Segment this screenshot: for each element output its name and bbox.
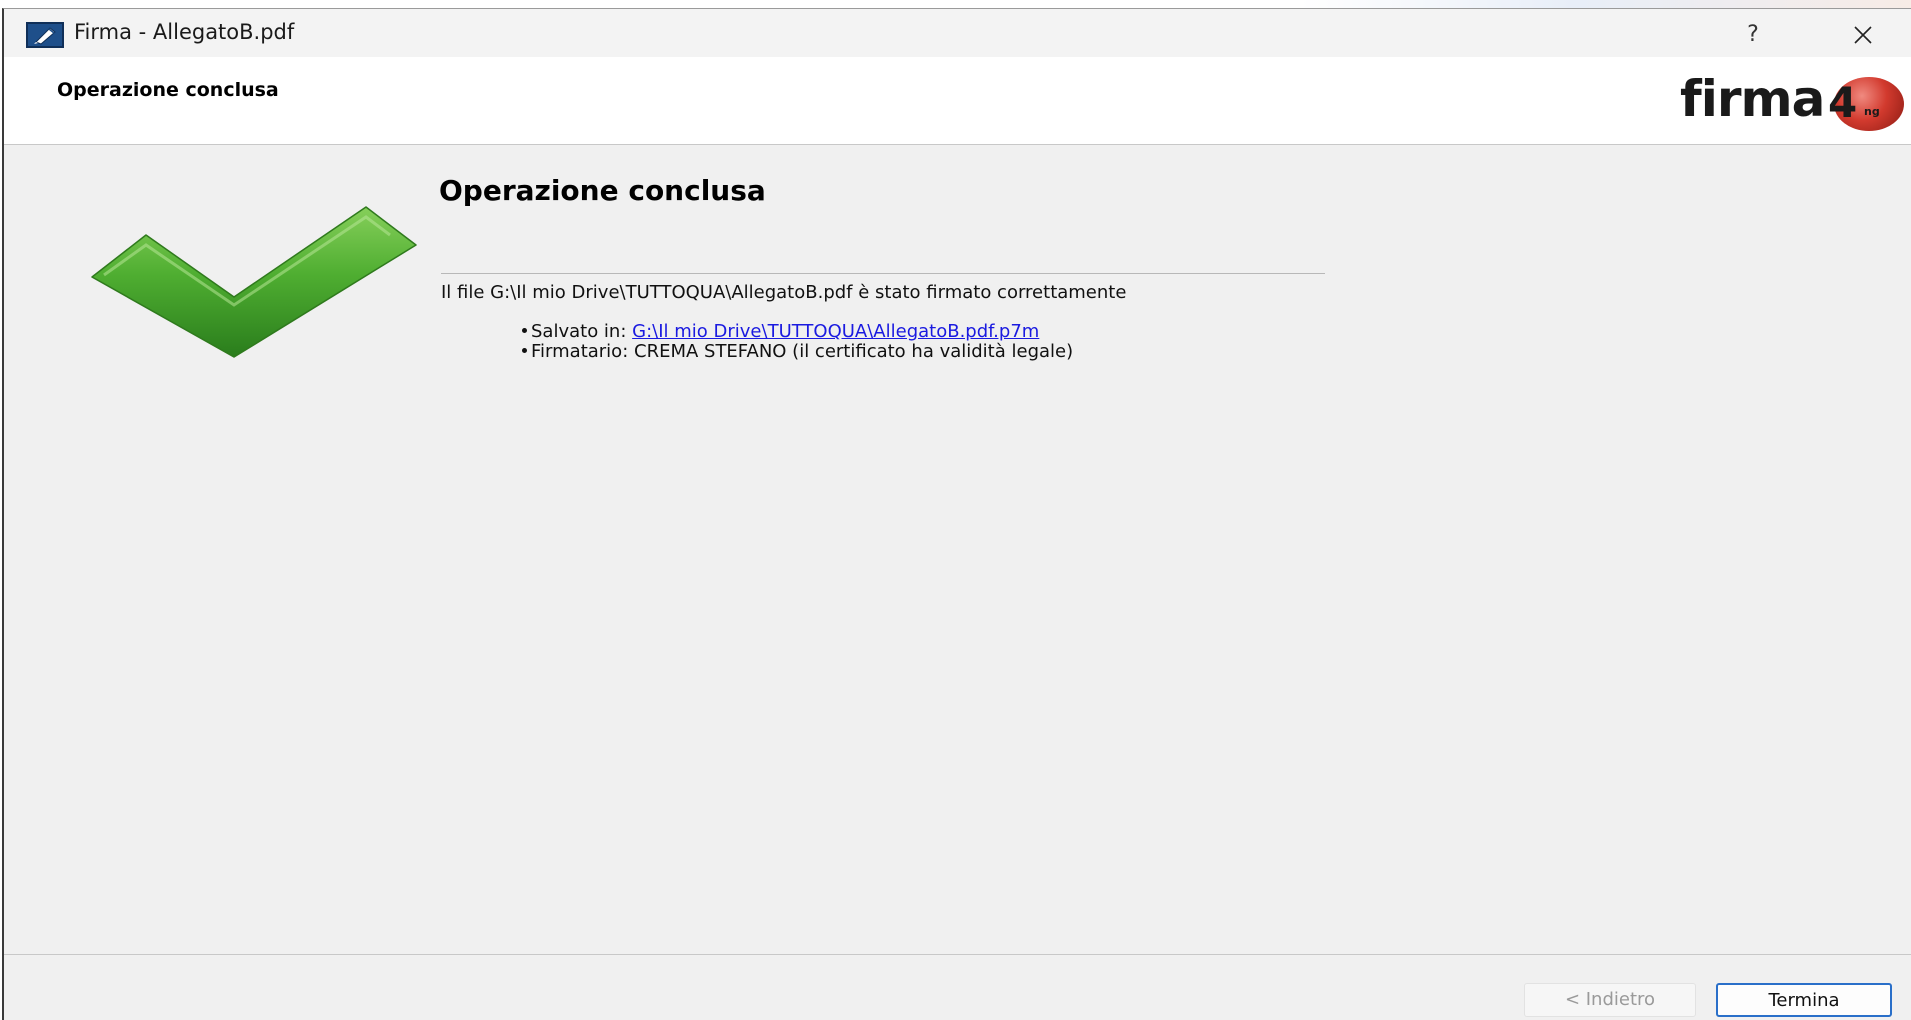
- checkmark-icon: [91, 206, 417, 358]
- list-item: Salvato in: G:\Il mio Drive\TUTTOQUA\All…: [522, 322, 1073, 342]
- signer-value: CREMA STEFANO (il certificato ha validit…: [634, 341, 1074, 362]
- title-bar: Firma - AllegatoB.pdf ?: [4, 9, 1911, 57]
- saved-file-link[interactable]: G:\Il mio Drive\TUTTOQUA\AllegatoB.pdf.p…: [632, 321, 1039, 342]
- signature-dialog: Firma - AllegatoB.pdf ? Operazione concl…: [2, 8, 1911, 1020]
- saved-label: Salvato in:: [531, 321, 627, 342]
- window-title: Firma - AllegatoB.pdf: [74, 20, 295, 44]
- help-button[interactable]: ?: [1726, 17, 1780, 53]
- close-button[interactable]: [1836, 17, 1890, 53]
- signer-label: Firmatario:: [531, 341, 629, 362]
- wizard-header: Operazione conclusa firma 4 ng: [4, 57, 1911, 145]
- result-message: Il file G:\Il mio Drive\TUTTOQUA\Allegat…: [441, 282, 1127, 303]
- close-icon: [1854, 26, 1872, 44]
- footer-divider: [4, 954, 1911, 955]
- logo-suffix: ng: [1864, 105, 1880, 118]
- bullet-icon: [522, 327, 527, 333]
- list-item: Firmatario: CREMA STEFANO (il certificat…: [522, 342, 1073, 362]
- header-title: Operazione conclusa: [57, 79, 279, 101]
- result-details: Salvato in: G:\Il mio Drive\TUTTOQUA\All…: [522, 322, 1073, 362]
- firma4-logo: firma 4 ng: [1680, 71, 1910, 133]
- pen-signature-icon: [26, 22, 64, 48]
- logo-digit: 4: [1828, 78, 1858, 127]
- logo-text: firma: [1680, 70, 1825, 128]
- finish-button[interactable]: Termina: [1716, 983, 1892, 1017]
- divider: [441, 273, 1325, 274]
- bullet-icon: [522, 347, 527, 353]
- back-button[interactable]: < Indietro: [1524, 983, 1696, 1017]
- content-title: Operazione conclusa: [439, 174, 766, 207]
